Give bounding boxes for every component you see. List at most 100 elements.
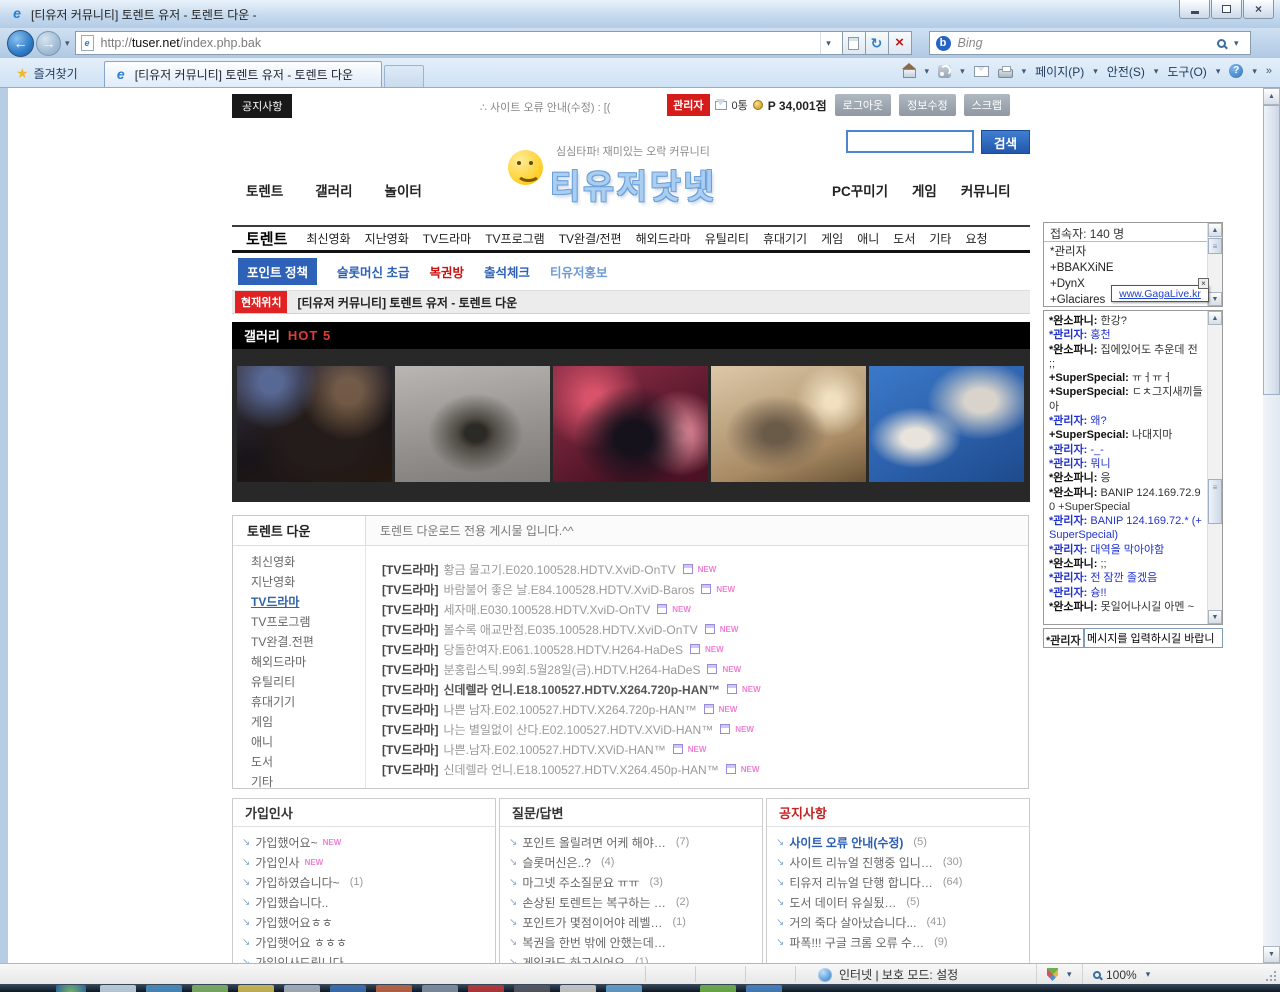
- list-item[interactable]: ↘슬롯머신은..?(4): [500, 852, 762, 872]
- home-icon[interactable]: [903, 69, 916, 78]
- gallery-photo[interactable]: [711, 366, 866, 482]
- tools-menu[interactable]: 도구(O): [1167, 63, 1206, 80]
- category-link[interactable]: 게임: [821, 230, 843, 247]
- close-button[interactable]: ×: [1243, 0, 1274, 19]
- taskbar-app-icon[interactable]: [422, 985, 458, 992]
- print-dropdown[interactable]: ▾: [1022, 66, 1027, 77]
- points-link[interactable]: 티유저홍보: [550, 262, 608, 281]
- search-dropdown[interactable]: ▾: [1234, 38, 1239, 49]
- site-search-button[interactable]: 검색: [981, 130, 1030, 154]
- torrent-row[interactable]: [TV드라마]신데렐라 언니.E18.100527.HDTV.X264.450p…: [382, 759, 1028, 779]
- list-item[interactable]: ↘도서 데이터 유실됬…(5): [767, 892, 1029, 912]
- category-link[interactable]: 기타: [929, 230, 951, 247]
- compatibility-view-button[interactable]: [843, 31, 866, 55]
- gallery-photo[interactable]: [237, 366, 392, 482]
- category-link[interactable]: 도서: [893, 230, 915, 247]
- favorites-button[interactable]: ★ 즐겨찾기: [6, 61, 88, 85]
- scrollbar-thumb[interactable]: [1263, 105, 1280, 395]
- list-item[interactable]: ↘가입햇어요 ㅎㅎㅎ: [233, 932, 495, 952]
- torrent-title[interactable]: 황금 물고기.E020.100528.HDTV.XviD-OnTV: [443, 561, 675, 578]
- torrent-title[interactable]: 분홍립스틱.99회.5월28일(금).HDTV.H264-HaDeS: [443, 661, 700, 678]
- protected-mode-control[interactable]: ▾: [1036, 964, 1087, 985]
- points-link[interactable]: 슬롯머신 초급: [337, 262, 409, 281]
- main-nav-link[interactable]: 놀이터: [385, 180, 422, 200]
- list-item[interactable]: ↘가입인사드립니다: [233, 952, 495, 963]
- active-tab[interactable]: e [티유저 커뮤니티] 토렌트 유저 - 토렌트 다운: [104, 61, 382, 87]
- search-box[interactable]: b Bing ▾: [929, 31, 1251, 55]
- scroll-down-icon[interactable]: ▼: [1208, 292, 1222, 306]
- site-search-input[interactable]: [846, 130, 974, 153]
- scroll-up-icon[interactable]: ▲: [1263, 88, 1280, 105]
- board-category[interactable]: 애니: [233, 733, 365, 753]
- history-dropdown[interactable]: ▾: [65, 38, 70, 49]
- page-menu-dropdown[interactable]: ▾: [1093, 66, 1098, 77]
- safety-menu-dropdown[interactable]: ▾: [1154, 66, 1159, 77]
- scroll-up-icon[interactable]: ▲: [1208, 311, 1222, 325]
- torrent-row[interactable]: [TV드라마]신데렐라 언니.E18.100527.HDTV.X264.720p…: [382, 679, 1028, 699]
- taskbar-app-icon[interactable]: [746, 985, 782, 992]
- torrent-title[interactable]: 나쁜 남자.E02.100527.HDTV.X264.720p-HAN™: [443, 701, 696, 718]
- torrent-row[interactable]: [TV드라마]나는 별일없이 산다.E02.100527.HDTV.XViD-H…: [382, 719, 1028, 739]
- taskbar-app-icon[interactable]: [560, 985, 596, 992]
- taskbar-app-icon[interactable]: [514, 985, 550, 992]
- page-scrollbar[interactable]: ▲ ▼: [1263, 88, 1280, 963]
- torrent-title[interactable]: 세자매.E030.100528.HDTV.XviD-OnTV: [443, 601, 650, 618]
- taskbar-app-icon[interactable]: [146, 985, 182, 992]
- forward-button[interactable]: →: [36, 31, 61, 56]
- message-count[interactable]: 0통: [732, 97, 748, 113]
- torrent-title[interactable]: 나쁜.남자.E02.100527.HDTV.XViD-HAN™: [443, 741, 665, 758]
- taskbar-app-icon[interactable]: [700, 985, 736, 992]
- page-menu[interactable]: 페이지(P): [1035, 63, 1084, 80]
- address-dropdown[interactable]: ▾: [820, 32, 837, 54]
- minimize-button[interactable]: [1179, 0, 1210, 19]
- site-logo[interactable]: 심심타파! 재미있는 오락 커뮤니티 티유저닷넷: [508, 140, 717, 208]
- logout-button[interactable]: 로그아웃: [835, 94, 891, 116]
- category-current[interactable]: 토렌트: [246, 228, 287, 249]
- start-button[interactable]: [56, 985, 86, 992]
- users-scrollbar[interactable]: ▲ ≡ ▼: [1207, 223, 1222, 306]
- taskbar-app-icon[interactable]: [100, 985, 136, 992]
- list-item[interactable]: ↘가입했어요ㅎㅎ: [233, 912, 495, 932]
- search-icon[interactable]: [1217, 39, 1226, 48]
- gallery-photo[interactable]: [395, 366, 550, 482]
- home-dropdown[interactable]: ▾: [925, 66, 930, 77]
- window-titlebar[interactable]: e [티유저 커뮤니티] 토렌트 유저 - 토렌트 다운 - ×: [0, 0, 1280, 28]
- ad-popup[interactable]: www.GagaLive.kr ×: [1111, 285, 1209, 302]
- torrent-row[interactable]: [TV드라마]당돌한여자.E061.100528.HDTV.H264-HaDeS…: [382, 639, 1028, 659]
- category-link[interactable]: 유틸리티: [705, 230, 749, 247]
- torrent-row[interactable]: [TV드라마]분홍립스틱.99회.5월28일(금).HDTV.H264-HaDe…: [382, 659, 1028, 679]
- taskbar-app-icon[interactable]: [468, 985, 504, 992]
- print-icon[interactable]: [998, 69, 1013, 78]
- torrent-title[interactable]: 당돌한여자.E061.100528.HDTV.H264-HaDeS: [443, 641, 683, 658]
- list-item[interactable]: ↘사이트 리뉴얼 진행중 입니…(30): [767, 852, 1029, 872]
- list-item[interactable]: ↘포인트가 몇점이어야 레벨…(1): [500, 912, 762, 932]
- torrent-title[interactable]: 신데렐라 언니.E18.100527.HDTV.X264.720p-HAN™: [443, 681, 720, 698]
- gallery-photo[interactable]: [553, 366, 708, 482]
- main-nav-link[interactable]: PC꾸미기: [832, 180, 888, 200]
- taskbar-app-icon[interactable]: [238, 985, 274, 992]
- category-link[interactable]: 최신영화: [306, 230, 350, 247]
- list-item[interactable]: ↘가입인사NEW: [233, 852, 495, 872]
- torrent-title[interactable]: 신데렐라 언니.E18.100527.HDTV.X264.450p-HAN™: [443, 761, 718, 778]
- ad-popup-link[interactable]: www.GagaLive.kr: [1119, 288, 1201, 300]
- category-link[interactable]: 요청: [965, 230, 987, 247]
- chat-input[interactable]: [1084, 628, 1223, 648]
- category-link[interactable]: 지난영화: [365, 230, 409, 247]
- torrent-row[interactable]: [TV드라마]나쁜 남자.E02.100527.HDTV.X264.720p-H…: [382, 699, 1028, 719]
- taskbar-app-icon[interactable]: [376, 985, 412, 992]
- list-item[interactable]: ↘포인트 올릴려면 어케 해야…(7): [500, 832, 762, 852]
- online-user[interactable]: +BBAKXiNE: [1050, 260, 1204, 276]
- back-button[interactable]: ←: [7, 30, 34, 57]
- online-user[interactable]: *관리자: [1050, 244, 1204, 260]
- board-category[interactable]: 휴대기기: [233, 693, 365, 713]
- list-item[interactable]: ↘마그넷 주소질문요 ㅠㅠ(3): [500, 872, 762, 892]
- board-category[interactable]: 게임: [233, 713, 365, 733]
- list-item[interactable]: ↘사이트 오류 안내(수정)(5): [767, 832, 1029, 852]
- main-nav-link[interactable]: 토렌트: [246, 180, 283, 200]
- stop-button[interactable]: ×: [889, 31, 912, 55]
- tools-menu-dropdown[interactable]: ▾: [1216, 66, 1221, 77]
- board-category[interactable]: 도서: [233, 753, 365, 773]
- help-icon[interactable]: ?: [1229, 64, 1243, 78]
- edit-info-button[interactable]: 정보수정: [899, 94, 955, 116]
- taskbar-app-icon[interactable]: [284, 985, 320, 992]
